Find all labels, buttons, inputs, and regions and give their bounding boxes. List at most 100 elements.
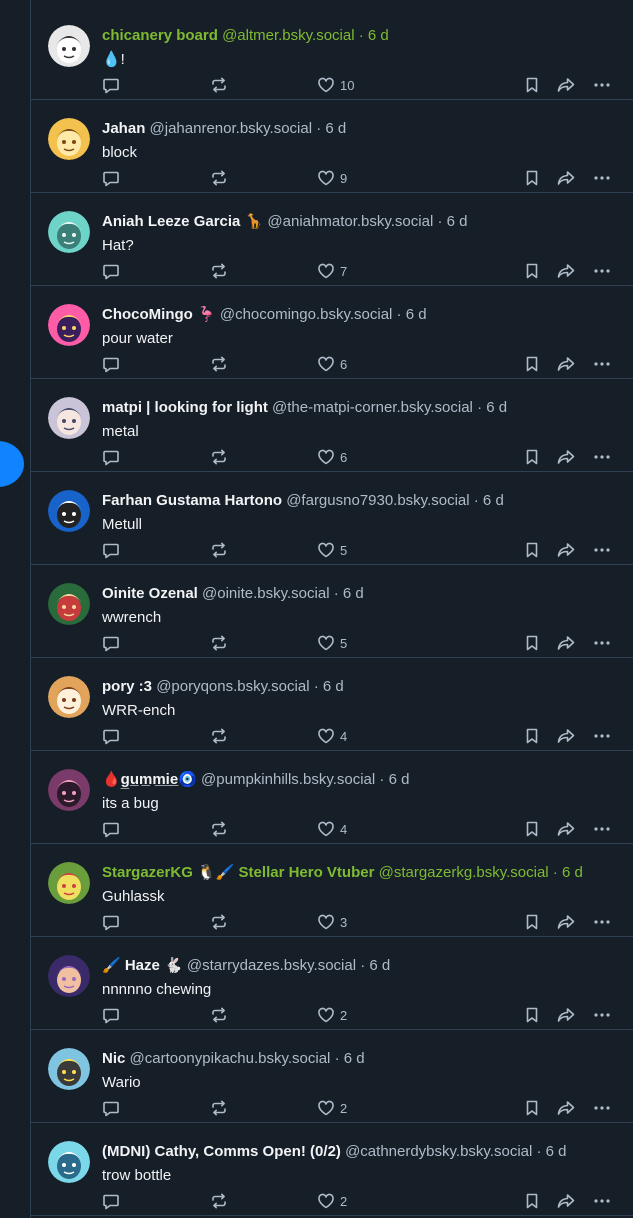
like-button[interactable]: 2 [317, 1191, 347, 1211]
author-handle[interactable]: @oinite.bsky.social [202, 585, 330, 602]
bookmark-button[interactable] [523, 1005, 541, 1025]
author-name[interactable]: Nic [102, 1050, 125, 1067]
avatar[interactable] [48, 955, 90, 997]
author-name[interactable]: 🩸g̲u̲m̲m̲i̲e̲🧿 [102, 771, 197, 788]
repost-button[interactable] [210, 1005, 228, 1025]
author-handle[interactable]: @poryqons.bsky.social [156, 678, 309, 695]
post[interactable]: 🖌️ Haze 🐇 @starrydazes.bsky.social · 6 d… [31, 937, 633, 1030]
more-options-button[interactable] [593, 540, 611, 560]
post[interactable]: Oinite Ozenal @oinite.bsky.social · 6 d … [31, 565, 633, 658]
bookmark-button[interactable] [523, 447, 541, 467]
repost-button[interactable] [210, 261, 228, 281]
bookmark-button[interactable] [523, 1191, 541, 1211]
like-button[interactable]: 6 [317, 354, 347, 374]
author-handle[interactable]: @fargusno7930.bsky.social [286, 492, 469, 509]
author-handle[interactable]: @chocomingo.bsky.social [220, 306, 393, 323]
author-name[interactable]: 🖌️ Haze 🐇 [102, 957, 183, 974]
post[interactable]: chicanery board @altmer.bsky.social · 6 … [31, 7, 633, 100]
repost-button[interactable] [210, 1191, 228, 1211]
share-button[interactable] [556, 261, 576, 281]
post[interactable]: Farhan Gustama Hartono @fargusno7930.bsk… [31, 472, 633, 565]
more-options-button[interactable] [593, 633, 611, 653]
bookmark-button[interactable] [523, 726, 541, 746]
reply-button[interactable] [102, 1098, 120, 1118]
author-name[interactable]: Jahan [102, 120, 145, 137]
reply-button[interactable] [102, 726, 120, 746]
author-handle[interactable]: @stargazerkg.bsky.social [379, 864, 549, 881]
share-button[interactable] [556, 75, 576, 95]
more-options-button[interactable] [593, 168, 611, 188]
avatar[interactable] [48, 211, 90, 253]
author-handle[interactable]: @jahanrenor.bsky.social [150, 120, 313, 137]
like-button[interactable]: 5 [317, 540, 347, 560]
post-time[interactable]: · 6 d [360, 957, 390, 974]
reply-button[interactable] [102, 354, 120, 374]
share-button[interactable] [556, 819, 576, 839]
bookmark-button[interactable] [523, 75, 541, 95]
author-name[interactable]: ChocoMingo 🦩 [102, 306, 216, 323]
avatar[interactable] [48, 304, 90, 346]
share-button[interactable] [556, 726, 576, 746]
author-name[interactable]: chicanery board [102, 27, 218, 44]
share-button[interactable] [556, 354, 576, 374]
reply-button[interactable] [102, 540, 120, 560]
like-button[interactable]: 5 [317, 633, 347, 653]
like-button[interactable]: 2 [317, 1005, 347, 1025]
post[interactable]: pory :3 @poryqons.bsky.social · 6 d WRR-… [31, 658, 633, 751]
author-name[interactable]: matpi | looking for light [102, 399, 268, 416]
repost-button[interactable] [210, 447, 228, 467]
repost-button[interactable] [210, 354, 228, 374]
avatar[interactable] [48, 397, 90, 439]
post-time[interactable]: · 6 d [335, 1050, 365, 1067]
bookmark-button[interactable] [523, 168, 541, 188]
share-button[interactable] [556, 540, 576, 560]
repost-button[interactable] [210, 75, 228, 95]
reply-button[interactable] [102, 819, 120, 839]
bookmark-button[interactable] [523, 354, 541, 374]
post[interactable]: Jahan @jahanrenor.bsky.social · 6 d bloc… [31, 100, 633, 193]
like-button[interactable]: 4 [317, 726, 347, 746]
author-handle[interactable]: @pumpkinhills.bsky.social [201, 771, 375, 788]
author-handle[interactable]: @aniahmator.bsky.social [267, 213, 433, 230]
repost-button[interactable] [210, 726, 228, 746]
author-name[interactable]: StargazerKG 🐧🖌️ Stellar Hero Vtuber [102, 864, 374, 881]
author-name[interactable]: Farhan Gustama Hartono [102, 492, 282, 509]
reply-button[interactable] [102, 1005, 120, 1025]
more-options-button[interactable] [593, 447, 611, 467]
post-time[interactable]: · 6 d [537, 1143, 567, 1160]
avatar[interactable] [48, 1141, 90, 1183]
like-button[interactable]: 4 [317, 819, 347, 839]
avatar[interactable] [48, 1048, 90, 1090]
bookmark-button[interactable] [523, 540, 541, 560]
avatar[interactable] [48, 862, 90, 904]
avatar[interactable] [48, 769, 90, 811]
post[interactable]: matpi | looking for light @the-matpi-cor… [31, 379, 633, 472]
reply-button[interactable] [102, 261, 120, 281]
more-options-button[interactable] [593, 726, 611, 746]
post-time[interactable]: · 6 d [316, 120, 346, 137]
author-handle[interactable]: @the-matpi-corner.bsky.social [272, 399, 473, 416]
avatar[interactable] [48, 676, 90, 718]
more-options-button[interactable] [593, 261, 611, 281]
share-button[interactable] [556, 633, 576, 653]
post[interactable]: Nic @cartoonypikachu.bsky.social · 6 d W… [31, 1030, 633, 1123]
share-button[interactable] [556, 447, 576, 467]
share-button[interactable] [556, 1005, 576, 1025]
avatar[interactable] [48, 583, 90, 625]
author-handle[interactable]: @starrydazes.bsky.social [187, 957, 356, 974]
author-handle[interactable]: @altmer.bsky.social [222, 27, 355, 44]
more-options-button[interactable] [593, 75, 611, 95]
bookmark-button[interactable] [523, 1098, 541, 1118]
post[interactable]: StargazerKG 🐧🖌️ Stellar Hero Vtuber @sta… [31, 844, 633, 937]
post-time[interactable]: · 6 d [334, 585, 364, 602]
post[interactable]: 🩸g̲u̲m̲m̲i̲e̲🧿 @pumpkinhills.bsky.social… [31, 751, 633, 844]
bookmark-button[interactable] [523, 912, 541, 932]
share-button[interactable] [556, 168, 576, 188]
like-button[interactable]: 9 [317, 168, 347, 188]
share-button[interactable] [556, 1098, 576, 1118]
author-handle[interactable]: @cathnerdybsky.bsky.social [345, 1143, 532, 1160]
post-time[interactable]: · 6 d [314, 678, 344, 695]
more-options-button[interactable] [593, 1005, 611, 1025]
reply-button[interactable] [102, 168, 120, 188]
like-button[interactable]: 7 [317, 261, 347, 281]
